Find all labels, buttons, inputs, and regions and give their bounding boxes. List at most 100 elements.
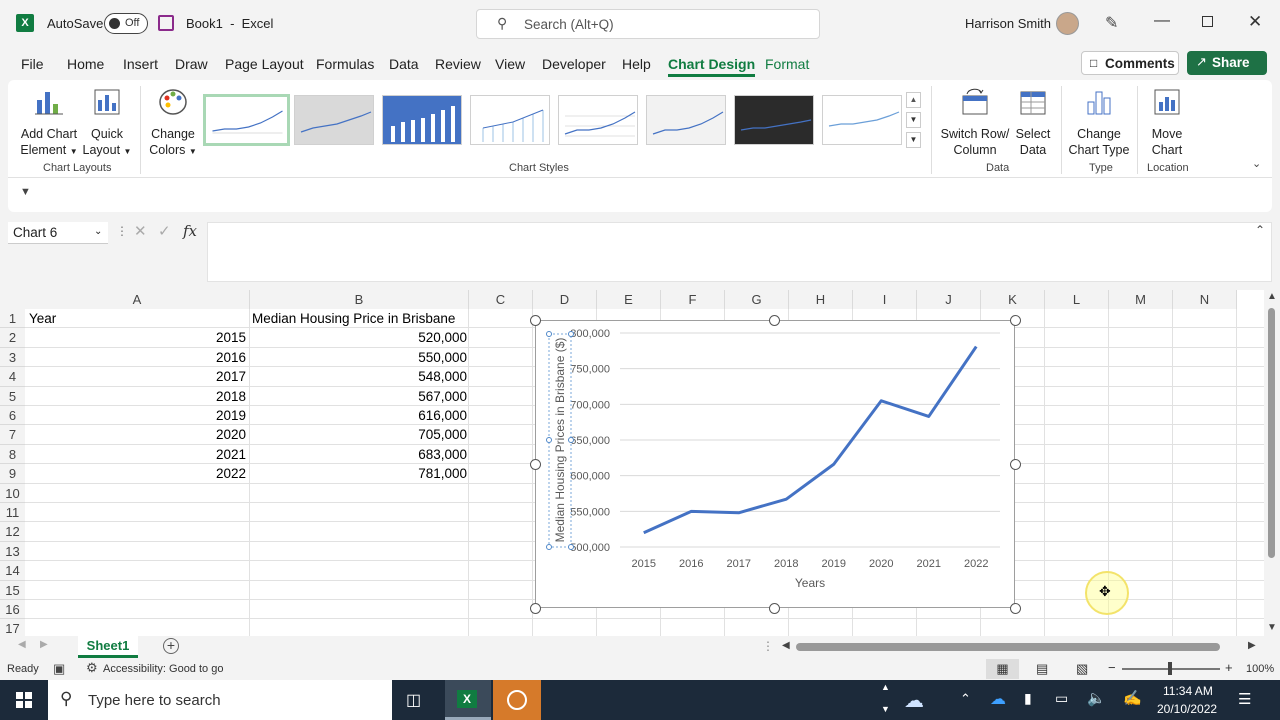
windows-start-icon[interactable] bbox=[16, 692, 32, 708]
more-options-icon[interactable]: ⋮ bbox=[116, 224, 128, 238]
chart-style-4[interactable] bbox=[470, 95, 550, 145]
column-header-m[interactable]: M bbox=[1109, 290, 1173, 309]
scroll-down-icon[interactable]: ▼ bbox=[1267, 622, 1277, 633]
switch-row-column-button[interactable]: Switch Row/ Column bbox=[940, 86, 1010, 158]
menu-file[interactable]: File bbox=[21, 56, 44, 72]
macro-record-icon[interactable]: ▣ bbox=[53, 661, 65, 677]
zoom-in-icon[interactable]: + bbox=[1225, 660, 1233, 675]
vertical-scrollbar[interactable]: ▲ ▼ bbox=[1264, 290, 1280, 636]
share-button[interactable]: ↗ Share bbox=[1187, 51, 1267, 75]
column-header-k[interactable]: K bbox=[981, 290, 1045, 309]
next-sheet-icon[interactable]: ▶ bbox=[40, 639, 48, 650]
splitter-icon[interactable]: ⋮ bbox=[762, 639, 774, 653]
accessibility-icon[interactable]: ⚙ bbox=[86, 660, 98, 676]
row-header-7[interactable]: 7 bbox=[0, 425, 25, 445]
task-view-icon[interactable]: ◫ bbox=[406, 690, 421, 710]
scroll-up-icon[interactable]: ▲ bbox=[1267, 291, 1277, 302]
restore-icon[interactable] bbox=[1202, 16, 1213, 27]
normal-view-button[interactable]: ▦ bbox=[986, 659, 1019, 679]
notifications-icon[interactable]: ☰ bbox=[1238, 690, 1251, 708]
menu-insert[interactable]: Insert bbox=[123, 56, 158, 72]
row-header-3[interactable]: 3 bbox=[0, 347, 25, 368]
cell-year[interactable]: 2020 bbox=[29, 425, 246, 444]
formula-input[interactable]: ⌃ bbox=[207, 222, 1272, 282]
cell-price[interactable]: 705,000 bbox=[252, 425, 467, 444]
sheet-tab-sheet1[interactable]: Sheet1 bbox=[78, 636, 138, 658]
zoom-level[interactable]: 100% bbox=[1246, 663, 1274, 675]
menu-formulas[interactable]: Formulas bbox=[316, 56, 374, 72]
page-layout-view-icon[interactable]: ▤ bbox=[1036, 661, 1048, 677]
cell-year[interactable]: 2018 bbox=[29, 387, 246, 406]
taskbar-excel-app[interactable]: X bbox=[445, 680, 491, 720]
ribbon-collapse-icon[interactable]: ⌄ bbox=[1252, 157, 1261, 170]
menu-page-layout[interactable]: Page Layout bbox=[225, 56, 304, 72]
pen-icon[interactable]: ✎ bbox=[1105, 13, 1118, 33]
chart-style-1[interactable] bbox=[203, 94, 290, 146]
row-header-16[interactable]: 16 bbox=[0, 600, 25, 620]
horizontal-scroll-thumb[interactable] bbox=[796, 643, 1220, 651]
row-header-5[interactable]: 5 bbox=[0, 386, 25, 406]
resize-handle-bl[interactable] bbox=[530, 603, 541, 614]
name-box[interactable]: Chart 6 ⌄ bbox=[8, 222, 108, 244]
column-header-f[interactable]: F bbox=[661, 290, 725, 309]
weather-cloud-icon[interactable]: ☁ bbox=[904, 688, 924, 713]
column-header-n[interactable]: N bbox=[1173, 290, 1237, 309]
styles-scroll-up-button[interactable]: ▲ bbox=[906, 92, 921, 108]
enter-icon[interactable]: ✓ bbox=[158, 222, 171, 240]
line-chart[interactable]: 500,000 550,000 600,000 650,000 700,000 750,0… bbox=[535, 320, 1015, 608]
chevron-down-icon[interactable]: ⌄ bbox=[94, 226, 102, 237]
taskbar-scroll-down-icon[interactable]: ▼ bbox=[881, 704, 890, 714]
show-hidden-icons-icon[interactable]: ⌃ bbox=[960, 691, 971, 707]
row-header-4[interactable]: 4 bbox=[0, 367, 25, 387]
row-header-2[interactable]: 2 bbox=[0, 328, 25, 348]
resize-handle-r[interactable] bbox=[1010, 459, 1021, 470]
row-header-1[interactable]: 1 bbox=[0, 309, 25, 329]
avatar[interactable] bbox=[1056, 12, 1079, 35]
styles-more-button[interactable]: ▼ bbox=[906, 132, 921, 148]
change-colors-button[interactable]: Change Colors ▼ bbox=[146, 86, 200, 160]
clock-date[interactable]: 20/10/2022 bbox=[1157, 702, 1217, 716]
column-header-j[interactable]: J bbox=[917, 290, 981, 309]
cell-year[interactable]: 2021 bbox=[29, 445, 246, 464]
quick-layout-button[interactable]: Quick Layout ▼ bbox=[80, 86, 134, 160]
chart-style-3[interactable] bbox=[382, 95, 462, 145]
zoom-slider[interactable] bbox=[1122, 662, 1220, 675]
onedrive-icon[interactable]: ☁ bbox=[990, 689, 1006, 709]
row-header-14[interactable]: 14 bbox=[0, 561, 25, 581]
resize-handle-tl[interactable] bbox=[530, 315, 541, 326]
search-box[interactable]: ⚲ Search (Alt+Q) bbox=[476, 9, 820, 39]
autosave-toggle[interactable]: Off bbox=[104, 13, 148, 34]
cell-price[interactable]: 548,000 bbox=[252, 367, 467, 386]
pen-menu-icon[interactable]: ✍ bbox=[1123, 689, 1142, 707]
change-chart-type-button[interactable]: Change Chart Type bbox=[1066, 86, 1132, 158]
hscroll-right-icon[interactable]: ▶ bbox=[1248, 640, 1256, 651]
cell-price[interactable]: 781,000 bbox=[252, 464, 467, 483]
zoom-slider-thumb[interactable] bbox=[1168, 662, 1172, 675]
cell-year[interactable]: 2015 bbox=[29, 328, 246, 347]
chart-style-2[interactable] bbox=[294, 95, 374, 145]
taskbar-scroll-up-icon[interactable]: ▲ bbox=[881, 682, 890, 692]
column-header-d[interactable]: D bbox=[533, 290, 597, 309]
cell-a1[interactable]: Year bbox=[29, 309, 56, 328]
cell-year[interactable]: 2017 bbox=[29, 367, 246, 386]
zoom-out-icon[interactable]: − bbox=[1108, 660, 1116, 675]
volume-icon[interactable]: 🔈 bbox=[1087, 689, 1106, 707]
row-header-8[interactable]: 8 bbox=[0, 444, 25, 465]
cell-year[interactable]: 2022 bbox=[29, 464, 246, 483]
styles-scroll-down-button[interactable]: ▼ bbox=[906, 112, 921, 128]
menu-draw[interactable]: Draw bbox=[175, 56, 208, 72]
menu-data[interactable]: Data bbox=[389, 56, 419, 72]
accessibility-status[interactable]: Accessibility: Good to go bbox=[103, 663, 223, 675]
cell-price[interactable]: 616,000 bbox=[252, 406, 467, 425]
minimize-icon[interactable]: — bbox=[1154, 12, 1170, 30]
column-header-e[interactable]: E bbox=[597, 290, 661, 309]
column-header-i[interactable]: I bbox=[853, 290, 917, 309]
cell-year[interactable]: 2019 bbox=[29, 406, 246, 425]
cell-price[interactable]: 567,000 bbox=[252, 387, 467, 406]
menu-developer[interactable]: Developer bbox=[542, 56, 606, 72]
menu-help[interactable]: Help bbox=[622, 56, 651, 72]
insert-function-icon[interactable]: fx bbox=[183, 222, 197, 240]
quick-access-dropdown-icon[interactable]: ▼ bbox=[20, 186, 31, 198]
user-name[interactable]: Harrison Smith bbox=[965, 16, 1051, 31]
add-chart-element-button[interactable]: Add Chart Element ▼ bbox=[16, 86, 82, 160]
